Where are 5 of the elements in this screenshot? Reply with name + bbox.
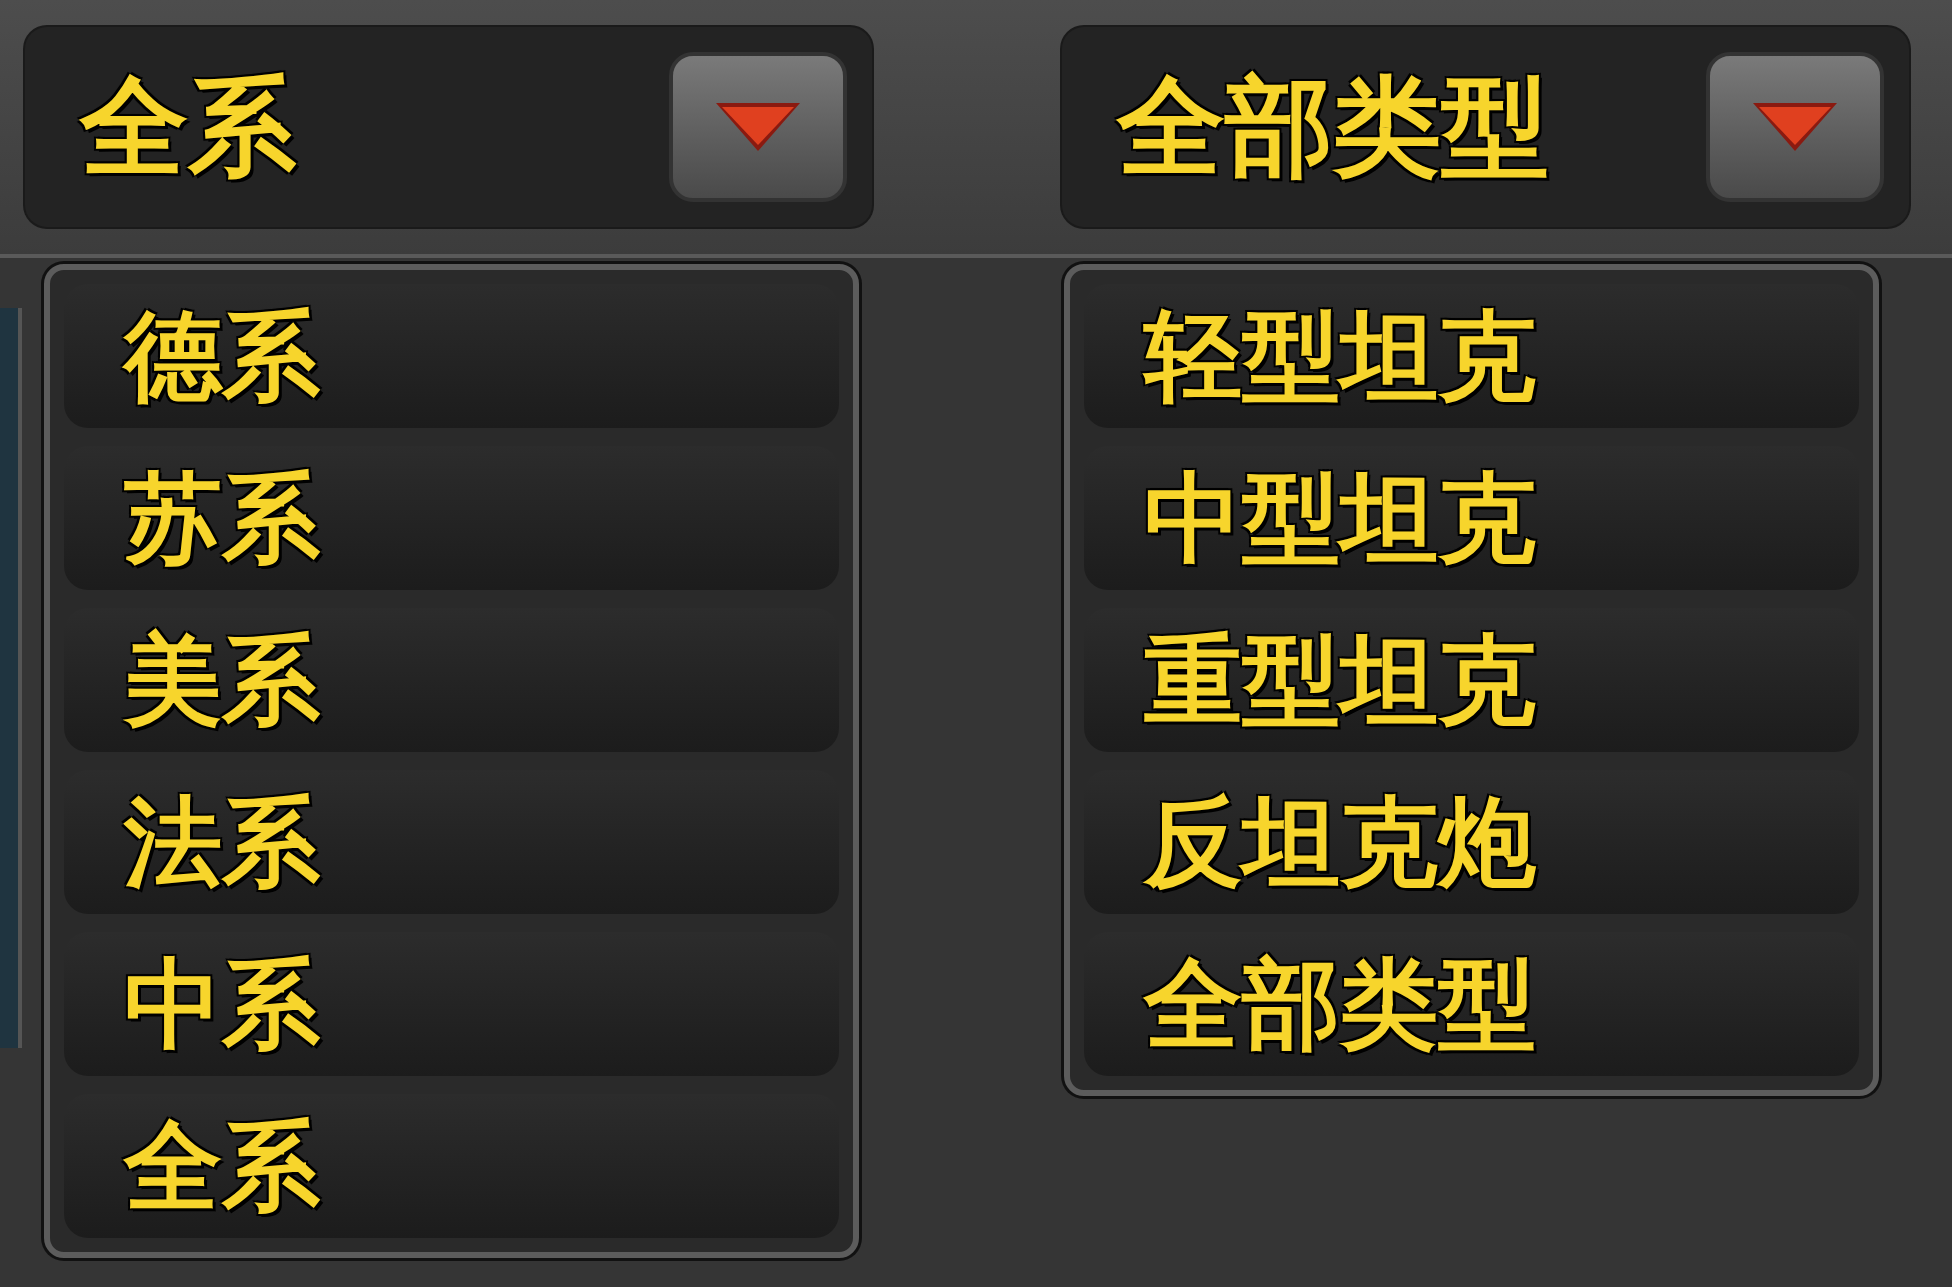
dropdown-toggle-button[interactable] (669, 52, 847, 202)
dropdown-value: 全系 (80, 73, 296, 181)
dropdown[interactable]: 全部类型 (1062, 27, 1909, 227)
dropdown-toggle-button[interactable] (1706, 52, 1884, 202)
dropdown[interactable]: 全系 (25, 27, 872, 227)
